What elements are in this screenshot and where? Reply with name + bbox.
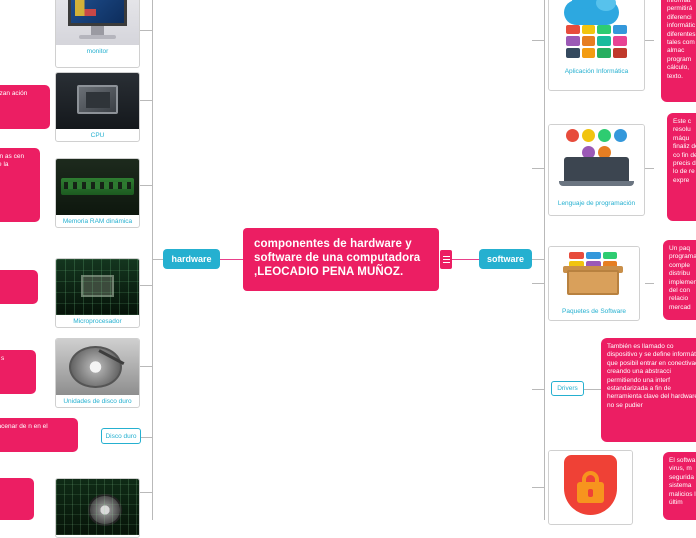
connector-gpu — [140, 492, 153, 493]
connector-left-spine — [152, 0, 153, 520]
note-hardware-6[interactable]: ca. y — [0, 478, 34, 520]
branch-software-label: software — [486, 254, 524, 264]
connector-note-aplicacion — [645, 40, 654, 41]
card-monitor[interactable]: monitor — [55, 0, 140, 68]
connector-paquetes — [532, 283, 545, 284]
connector-ram — [140, 185, 153, 186]
hard-disk-icon — [56, 339, 139, 395]
card-motherboard[interactable] — [55, 478, 140, 538]
ram-module-icon — [56, 159, 139, 215]
card-cpu[interactable]: CPU — [55, 72, 140, 142]
label-drivers-text: Drivers — [557, 385, 578, 392]
connector-cpu — [140, 100, 153, 101]
central-topic-node[interactable]: componentes de hardware y software de un… — [243, 228, 439, 291]
motherboard-gpu-icon — [56, 479, 139, 535]
card-ram-caption: Memoria RAM dinámica — [62, 218, 133, 225]
branch-hardware-label: hardware — [171, 254, 212, 264]
card-aplicacion-caption: Aplicación Informática — [564, 68, 629, 75]
cloud-apps-icon — [549, 0, 644, 65]
card-disco-duro[interactable]: Unidades de disco duro — [55, 338, 140, 408]
connector-note-paquetes — [645, 283, 654, 284]
note-software-1[interactable]: informát permitirá diferenci informátic … — [661, 0, 696, 102]
card-aplicacion-informatica[interactable]: Aplicación Informática — [548, 0, 645, 91]
card-paquetes-software[interactable]: Paquetes de Software — [548, 246, 640, 321]
card-lenguaje-caption: Lenguaje de programación — [557, 200, 636, 207]
branch-software[interactable]: software — [479, 249, 532, 269]
programming-laptop-icon — [549, 125, 644, 197]
connector-hardware-stub — [152, 259, 163, 260]
card-microprocesador-caption: Microprocesador — [73, 318, 122, 325]
note-software-4-text: También es llamado co dispositivo y se d… — [607, 343, 696, 409]
connector-seguridad — [532, 487, 545, 488]
note-software-5-text: El softwa virus, m segurida sistema mali… — [669, 457, 696, 507]
branch-hardware[interactable]: hardware — [163, 249, 220, 269]
card-cpu-caption: CPU — [90, 132, 105, 139]
card-seguridad-caption — [549, 521, 632, 524]
note-hardware-4-text: ica, de s — [0, 355, 5, 362]
card-seguridad[interactable] — [548, 450, 633, 525]
card-ram[interactable]: Memoria RAM dinámica — [55, 158, 140, 228]
card-monitor-caption: monitor — [86, 48, 109, 55]
connector-hdd — [140, 366, 153, 367]
note-hardware-5-text: ga almacenar de n en el — [0, 423, 48, 430]
connector-lenguaje — [532, 168, 545, 169]
note-hardware-2-text: nde con as cen moria e la — [0, 153, 25, 169]
security-padlock-icon — [549, 451, 632, 521]
note-software-2[interactable]: Este c resolu máqu finaliz del co fin de… — [667, 113, 696, 221]
note-software-1-text: informát permitirá diferenci informátic … — [667, 0, 696, 80]
note-software-4[interactable]: También es llamado co dispositivo y se d… — [601, 338, 696, 442]
connector-hardware-to-center — [220, 259, 243, 260]
connector-aplicacion — [532, 40, 545, 41]
label-drivers[interactable]: Drivers — [551, 381, 584, 396]
card-disco-duro-caption: Unidades de disco duro — [63, 398, 132, 405]
connector-disco-duro — [140, 437, 153, 438]
note-hardware-3[interactable]: ículo — [0, 270, 38, 304]
software-package-icon — [549, 247, 639, 305]
note-hardware-4[interactable]: ica, de s — [0, 350, 36, 394]
card-lenguaje-programacion[interactable]: Lenguaje de programación — [548, 124, 645, 216]
connector-drivers — [532, 389, 545, 390]
note-hardware-1[interactable]: rt o ilizan ación — [0, 85, 50, 129]
connector-micro — [140, 285, 153, 286]
microprocessor-board-icon — [56, 259, 139, 315]
monitor-icon — [56, 0, 139, 45]
label-disco-duro[interactable]: Disco duro — [101, 428, 141, 444]
note-software-3-text: Un paq programa comple distribu implemen… — [669, 245, 696, 311]
connector-software-stub — [532, 259, 544, 260]
connector-monitor — [140, 30, 153, 31]
connector-right-spine — [544, 0, 545, 520]
note-software-2-text: Este c resolu máqu finaliz del co fin de… — [673, 118, 696, 184]
note-hardware-5[interactable]: ga almacenar de n en el — [0, 418, 78, 452]
note-hardware-1-text: rt o ilizan ación — [0, 90, 28, 97]
connector-note-lenguaje — [645, 168, 654, 169]
card-paquetes-caption: Paquetes de Software — [562, 308, 626, 315]
central-node-handle[interactable] — [440, 250, 452, 269]
connector-center-to-software — [452, 259, 479, 260]
mindmap-canvas: componentes de hardware y software de un… — [0, 0, 696, 538]
note-hardware-2[interactable]: nde con as cen moria e la — [0, 148, 40, 222]
label-disco-duro-text: Disco duro — [105, 432, 137, 440]
connector-note-drivers — [584, 389, 601, 390]
cpu-chip-icon — [56, 73, 139, 129]
note-software-3[interactable]: Un paq programa comple distribu implemen… — [663, 240, 696, 320]
central-topic-text: componentes de hardware y software de un… — [254, 238, 421, 278]
note-software-5[interactable]: El softwa virus, m segurida sistema mali… — [663, 452, 696, 520]
card-microprocesador[interactable]: Microprocesador — [55, 258, 140, 328]
